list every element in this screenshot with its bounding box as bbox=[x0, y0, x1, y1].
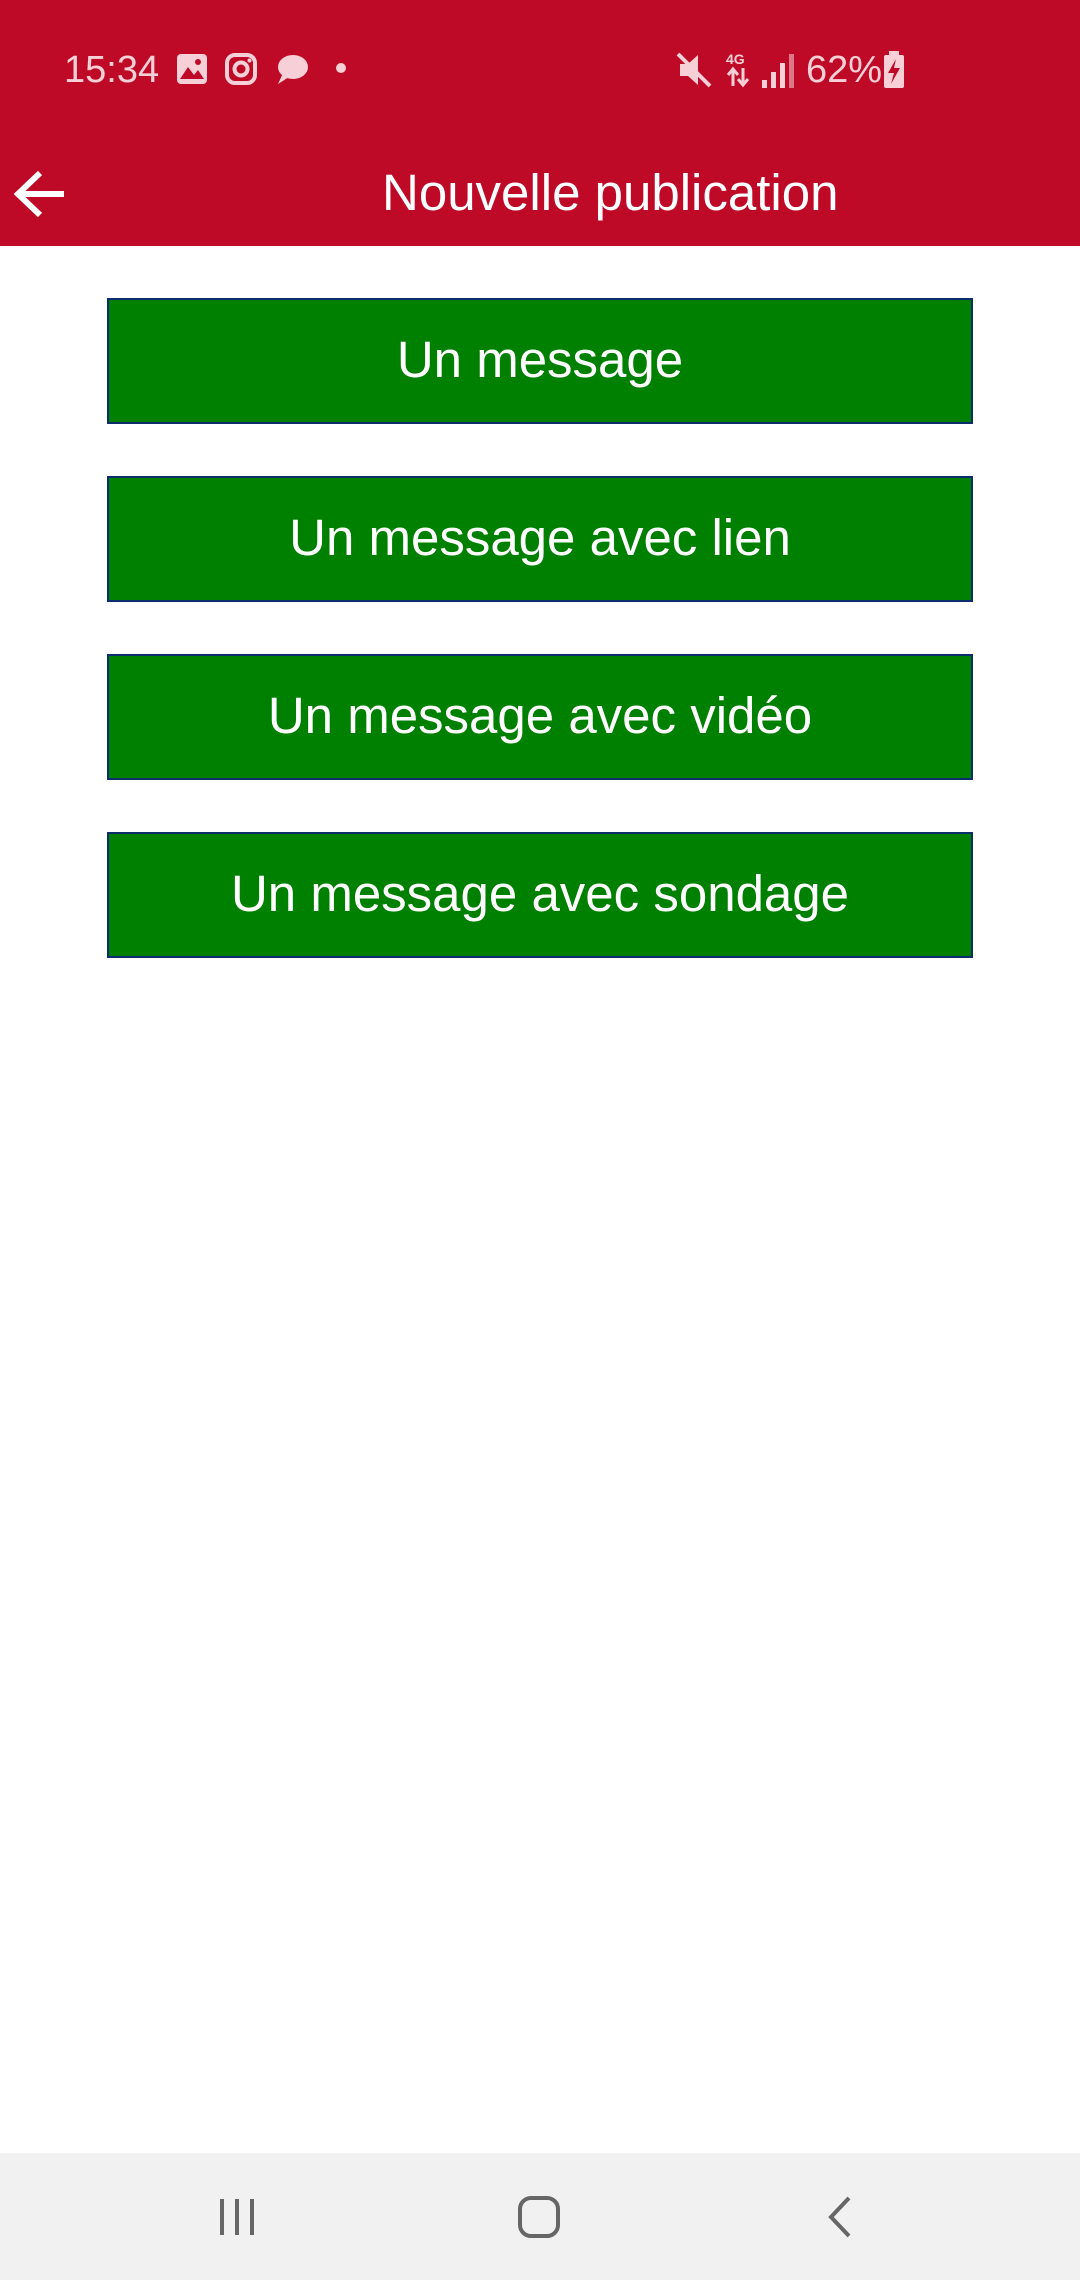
chat-bubble-icon bbox=[278, 55, 308, 84]
page-title: Nouvelle publication bbox=[382, 164, 839, 221]
nav-back-button[interactable] bbox=[781, 2153, 901, 2280]
back-icon bbox=[828, 2196, 851, 2238]
back-button[interactable] bbox=[0, 140, 90, 246]
message-with-poll-button[interactable]: Un message avec sondage bbox=[107, 832, 973, 958]
mute-icon bbox=[676, 52, 712, 88]
app-bar: Nouvelle publication bbox=[0, 140, 1080, 246]
home-icon bbox=[518, 2196, 560, 2238]
home-button[interactable] bbox=[479, 2153, 599, 2280]
recent-apps-icon bbox=[220, 2199, 254, 2235]
dot-icon bbox=[336, 63, 346, 73]
svg-text:4G: 4G bbox=[726, 51, 745, 67]
arrow-left-icon bbox=[13, 170, 64, 218]
message-with-video-button[interactable]: Un message avec vidéo bbox=[107, 654, 973, 780]
network-4g-icon: 4G bbox=[726, 51, 750, 88]
signal-icon bbox=[762, 54, 794, 88]
battery-charging-icon bbox=[884, 51, 904, 88]
status-bar: 15:34 4G 62% bbox=[0, 0, 1080, 140]
battery-percent: 62% bbox=[806, 49, 883, 91]
status-time: 15:34 bbox=[64, 49, 160, 91]
recent-apps-button[interactable] bbox=[176, 2153, 296, 2280]
instagram-icon bbox=[225, 53, 257, 85]
message-button[interactable]: Un message bbox=[107, 298, 973, 424]
post-type-options: Un message Un message avec lien Un messa… bbox=[107, 298, 973, 1010]
gallery-icon bbox=[177, 54, 207, 84]
message-with-link-button[interactable]: Un message avec lien bbox=[107, 476, 973, 602]
system-nav-bar bbox=[0, 2153, 1080, 2280]
